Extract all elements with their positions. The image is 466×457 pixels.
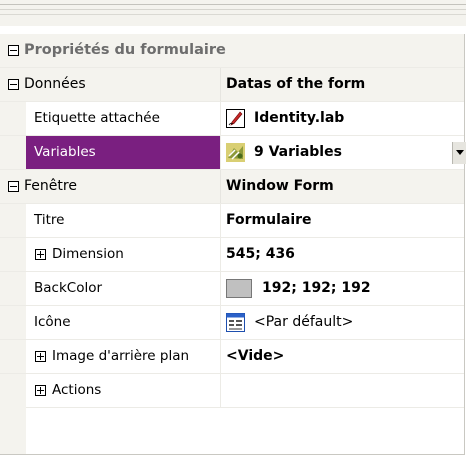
category-description: Window Form [226,178,334,194]
pen-document-icon [226,109,245,128]
property-row-variables[interactable]: Variables 9 Variables [0,136,466,170]
property-value[interactable]: 545; 436 [226,238,295,271]
property-name: Actions [52,382,102,398]
property-name: Image d'arrière plan [52,348,190,364]
color-swatch[interactable] [226,279,252,298]
property-value[interactable]: Formulaire [226,204,312,237]
property-row-image[interactable]: Image d'arrière plan <Vide> [0,340,464,374]
property-name: Variables [34,144,96,160]
collapse-icon[interactable] [8,45,19,56]
property-grid: Propriétés du formulaire Données Datas o… [0,34,466,455]
section-header-proprietes[interactable]: Propriétés du formulaire [0,34,464,68]
property-name: Etiquette attachée [34,110,160,126]
grid-gutter-tail [0,394,26,454]
property-name: Titre [34,212,65,228]
category-fenetre[interactable]: Fenêtre Window Form [0,170,464,204]
property-name: Icône [34,314,71,330]
property-row-etiquette[interactable]: Etiquette attachée Identity.lab [0,102,464,136]
category-label: Données [24,76,86,92]
expand-icon[interactable] [35,351,46,362]
property-row-backcolor[interactable]: BackColor 192; 192; 192 [0,272,464,306]
category-donnees[interactable]: Données Datas of the form [0,68,464,102]
property-row-dimension[interactable]: Dimension 545; 436 [0,238,464,272]
property-value[interactable]: Identity.lab [254,102,344,135]
variables-icon [226,143,245,162]
expand-icon[interactable] [35,385,46,396]
expand-icon[interactable] [35,249,46,260]
property-name: BackColor [34,280,103,296]
category-description: Datas of the form [226,76,366,92]
property-value[interactable]: 9 Variables [254,136,342,169]
category-label: Fenêtre [24,178,77,194]
property-value[interactable]: <Par défault> [254,306,353,339]
collapse-icon[interactable] [8,181,19,192]
property-row-icone[interactable]: Icône <Par défault> [0,306,464,340]
property-value[interactable]: <Vide> [226,340,284,373]
section-header-label: Propriétés du formulaire [24,42,226,58]
property-row-actions[interactable]: Actions [0,374,464,408]
dropdown-button[interactable] [452,142,466,164]
title-bar [0,0,466,26]
property-name: Dimension [52,246,124,262]
form-window-icon [226,313,245,332]
property-row-titre[interactable]: Titre Formulaire [0,204,464,238]
collapse-icon[interactable] [8,79,19,90]
property-value[interactable]: 192; 192; 192 [262,272,371,305]
